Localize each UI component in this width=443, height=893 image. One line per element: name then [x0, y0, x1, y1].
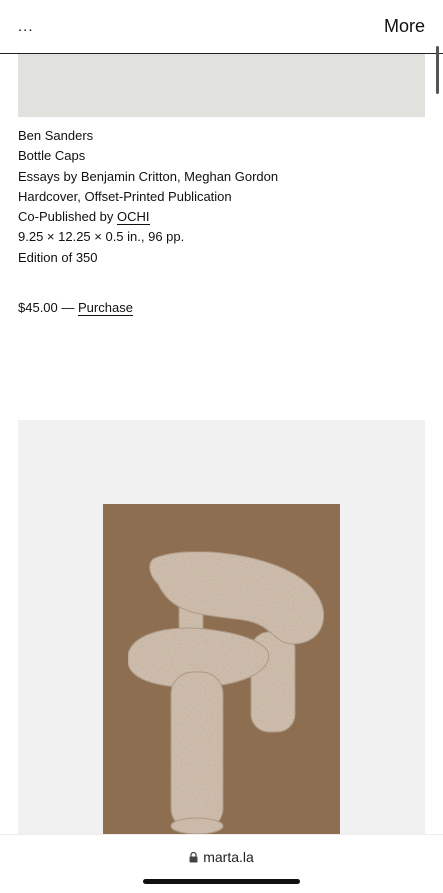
more-button[interactable]: More — [384, 16, 425, 37]
copublisher-link[interactable]: OCHI — [117, 209, 150, 226]
address-bar[interactable]: marta.la — [0, 849, 443, 866]
price-text: $45.00 — [18, 300, 58, 315]
lock-icon — [189, 850, 198, 866]
format-description: Hardcover, Offset-Printed Publication — [18, 188, 232, 204]
top-bar: ... More — [0, 0, 443, 54]
author-name: Ben Sanders — [18, 128, 94, 143]
browser-bottom-bar: marta.la — [0, 834, 443, 893]
dimensions-text: 9.25 × 12.25 × 0.5 in., 96 pp. — [18, 229, 185, 245]
edition-text: Edition of 350 — [18, 249, 98, 265]
menu-ellipsis-button[interactable]: ... — [18, 18, 34, 35]
purchase-link[interactable]: Purchase — [78, 300, 133, 316]
scroll-indicator[interactable] — [436, 46, 439, 94]
home-indicator[interactable] — [143, 879, 300, 884]
product-image-panel — [18, 420, 425, 834]
sculpture-illustration — [127, 551, 324, 834]
url-text: marta.la — [203, 849, 254, 865]
image-placeholder — [18, 54, 425, 117]
essays-credit: Essays by Benjamin Critton, Meghan Gordo… — [18, 168, 279, 184]
publication-title: Bottle Caps — [18, 148, 86, 164]
copublished-line: Co-Published by OCHI — [18, 207, 278, 227]
copublished-prefix: Co-Published by — [18, 209, 117, 225]
book-cover-image — [103, 504, 340, 834]
price-separator: — — [57, 300, 78, 315]
price-row: $45.00 — Purchase — [18, 298, 133, 318]
publication-details: Ben Sanders Bottle Caps Essays by Benjam… — [18, 126, 278, 268]
